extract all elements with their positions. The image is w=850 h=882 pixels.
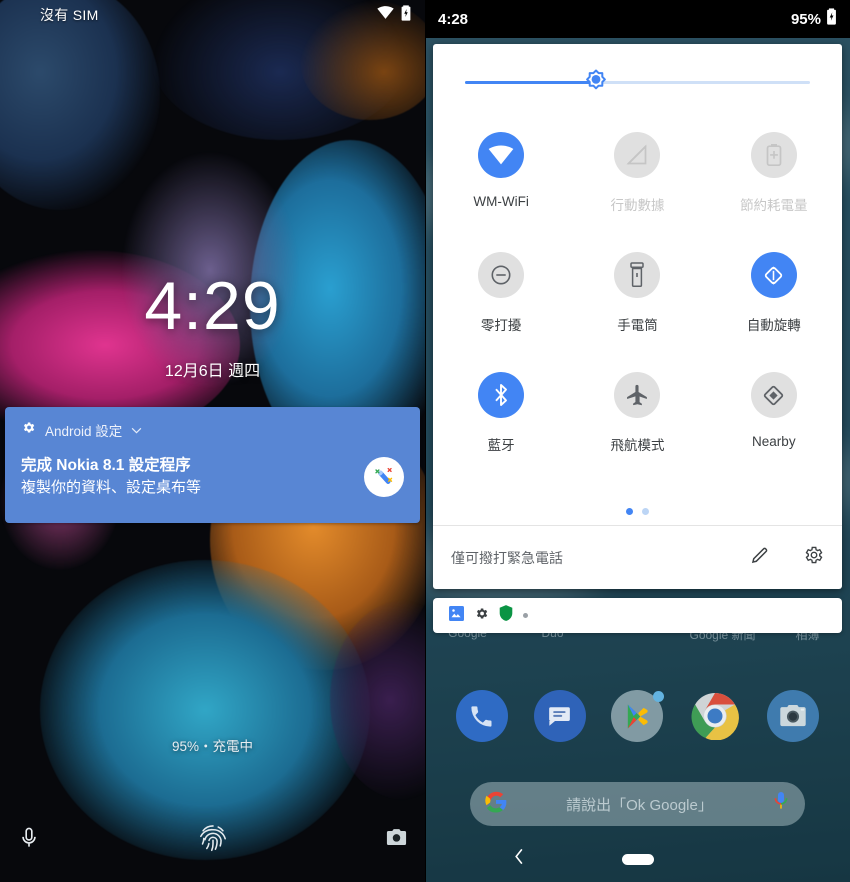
status-bar: 4:28 95% — [425, 0, 850, 38]
tile-mobile-data[interactable]: 行動數據 — [569, 124, 705, 244]
tile-label: 節約耗電量 — [740, 198, 808, 213]
tile-label: 飛航模式 — [610, 438, 665, 453]
brightness-track[interactable] — [465, 69, 810, 90]
pencil-icon[interactable] — [749, 545, 770, 571]
panel-divider — [425, 0, 426, 882]
voice-assist-icon[interactable] — [16, 825, 42, 856]
quick-settings-panel: WM-WiFi 行動數據 節約耗電量 零打擾 手電筒 自動旋轉 藍牙 飛航模式 … — [433, 44, 842, 589]
google-search-bar[interactable]: 請說出「Ok Google」 — [470, 782, 805, 826]
battery-percent-label: 95% — [790, 10, 821, 28]
clock-time: 4:29 — [144, 268, 281, 344]
brightness-icon[interactable] — [582, 68, 610, 96]
notification-app-name: Android 設定 — [45, 424, 123, 439]
magic-wand-icon — [364, 457, 404, 497]
photo-icon — [449, 605, 464, 626]
gear-icon — [21, 420, 36, 440]
auto-rotate-icon — [750, 252, 797, 298]
tile-label: Nearby — [752, 434, 796, 449]
tile-wifi[interactable]: WM-WiFi — [433, 124, 569, 244]
battery-status-text: 95%・充電中 — [171, 739, 254, 754]
battery-saver-icon — [750, 132, 797, 178]
camera-icon[interactable] — [384, 825, 409, 855]
search-placeholder: 請說出「Ok Google」 — [566, 796, 713, 814]
messages-icon — [533, 690, 586, 742]
tile-do-not-disturb[interactable]: 零打擾 — [433, 244, 569, 364]
lockscreen-shortcuts — [0, 812, 425, 868]
tile-nearby[interactable]: Nearby — [706, 364, 842, 484]
gear-icon — [474, 606, 489, 626]
notification-header[interactable]: Android 設定 — [21, 420, 404, 440]
tile-row: WM-WiFi 行動數據 節約耗電量 — [433, 124, 842, 244]
page-dot-active[interactable] — [626, 507, 633, 515]
home-pill[interactable] — [621, 853, 654, 865]
back-chevron-icon[interactable] — [513, 848, 526, 870]
wifi-icon — [478, 132, 525, 178]
tile-row: 藍牙 飛航模式 Nearby — [433, 364, 842, 484]
collapsed-notification-strip[interactable] — [433, 598, 842, 633]
page-dot[interactable] — [642, 507, 649, 515]
wifi-icon — [377, 6, 394, 24]
tile-label: 行動數據 — [610, 198, 665, 213]
fingerprint-icon[interactable] — [196, 821, 230, 860]
dock-item-play-store[interactable] — [599, 690, 677, 742]
lockscreen-notification[interactable]: Android 設定 完成 Nokia 8.1 設定程序 複製你的資料、設定桌布… — [5, 407, 420, 523]
play-store-icon — [611, 690, 665, 742]
tile-bluetooth[interactable]: 藍牙 — [433, 364, 569, 484]
camera-icon — [767, 690, 820, 742]
emergency-call-label: 僅可撥打緊急電話 — [451, 549, 563, 566]
do-not-disturb-icon — [478, 252, 525, 298]
tile-auto-rotate[interactable]: 自動旋轉 — [706, 244, 842, 364]
notification-subtitle: 複製你的資料、設定桌布等 — [21, 479, 202, 497]
tile-label: WM-WiFi — [473, 194, 529, 209]
page-indicator — [433, 497, 842, 525]
tile-label: 自動旋轉 — [746, 318, 801, 333]
tile-label: 藍牙 — [487, 438, 515, 453]
clock-date: 12月6日 週四 — [164, 363, 261, 380]
bluetooth-icon — [478, 372, 525, 418]
tile-airplane-mode[interactable]: 飛航模式 — [569, 364, 705, 484]
quick-settings-screen: 4:28 95% WM-WiFi 行動數據 節約耗電量 零打擾 手電筒 自動旋轉… — [425, 0, 850, 882]
quick-settings-tiles: WM-WiFi 行動數據 節約耗電量 零打擾 手電筒 自動旋轉 藍牙 飛航模式 … — [433, 120, 842, 497]
mic-icon[interactable] — [772, 791, 790, 818]
dual-screenshot: 沒有 SIM 4:29 12月6日 週四 Android 設定 完成 Nokia… — [0, 0, 850, 882]
chrome-icon — [689, 690, 741, 742]
dock-item-chrome[interactable] — [676, 690, 754, 742]
lock-screen: 沒有 SIM 4:29 12月6日 週四 Android 設定 完成 Nokia… — [0, 0, 425, 882]
mobile-data-off-icon — [614, 132, 661, 178]
carrier-label: 沒有 SIM — [40, 7, 99, 23]
dock-item-phone[interactable] — [443, 690, 521, 742]
phone-icon — [455, 690, 508, 742]
tile-battery-saver[interactable]: 節約耗電量 — [706, 124, 842, 244]
tile-label: 手電筒 — [617, 318, 658, 333]
shield-icon — [499, 605, 513, 626]
brightness-fill — [465, 80, 597, 84]
lockscreen-status-bar: 沒有 SIM — [0, 0, 425, 30]
flashlight-icon — [614, 252, 661, 298]
battery-charging-icon — [401, 4, 411, 26]
home-dock — [425, 685, 850, 747]
tile-label: 零打擾 — [480, 318, 522, 333]
nearby-icon — [750, 372, 797, 418]
lockscreen-clock: 4:29 12月6日 週四 — [0, 272, 425, 381]
dock-item-messages[interactable] — [521, 690, 599, 742]
google-g-icon — [485, 791, 507, 818]
notification-title: 完成 Nokia 8.1 設定程序 — [21, 457, 191, 474]
status-time: 4:28 — [438, 10, 469, 28]
chevron-down-icon[interactable] — [131, 421, 142, 439]
more-dot-icon — [523, 613, 528, 618]
brightness-slider[interactable] — [433, 44, 842, 120]
tile-flashlight[interactable]: 手電筒 — [569, 244, 705, 364]
gear-icon[interactable] — [802, 544, 824, 571]
tile-row: 零打擾 手電筒 自動旋轉 — [433, 244, 842, 364]
dock-item-camera[interactable] — [754, 690, 832, 742]
quick-settings-footer: 僅可撥打緊急電話 — [433, 525, 842, 589]
navigation-bar — [425, 836, 850, 882]
battery-charging-icon — [826, 8, 837, 30]
airplane-icon — [614, 372, 661, 418]
